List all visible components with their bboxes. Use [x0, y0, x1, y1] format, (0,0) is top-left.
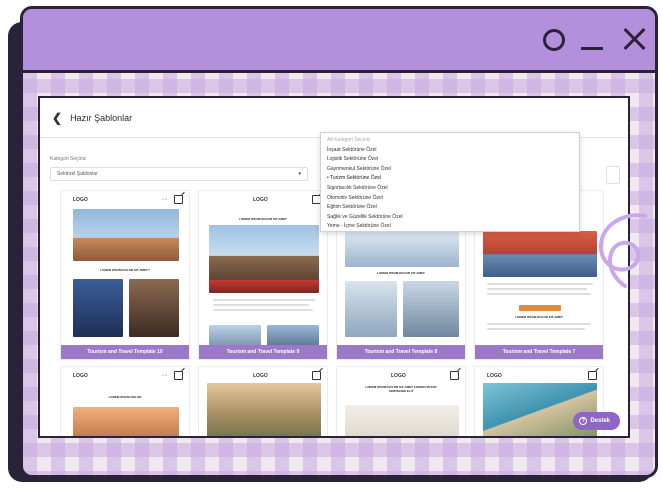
app-screenshot: ❮ Hazır Şablonlar Kategori Seçiniz Sektö… [38, 96, 630, 438]
card-logo: LOGO [73, 197, 88, 203]
ski-image [345, 231, 459, 267]
card-title: Tourism and Travel Template 10 [61, 345, 189, 359]
card-heading: LOREM IPSUM DOLOR SIT AMET [239, 217, 287, 221]
interior-image [345, 405, 459, 436]
text-line [487, 323, 591, 325]
dropdown-option[interactable]: Otomotiv Sektörüne Özel [321, 194, 579, 204]
thumb-image [209, 325, 261, 347]
dropdown-option[interactable]: Sigortacılık Sektörüne Özel [321, 184, 579, 194]
card-heading: LOREM IPSUM DOLOR SIT AMET [377, 271, 425, 275]
template-card[interactable]: LOGO LOREM IPSUM DOLOR SIT AMET CONSECTE… [336, 366, 466, 436]
hotel-image [73, 279, 123, 337]
edit-icon[interactable] [174, 371, 183, 380]
edit-icon[interactable] [450, 371, 459, 380]
card-title: Tourism and Travel Template 8 [337, 345, 465, 359]
support-button[interactable]: ? Destek [573, 412, 620, 430]
card-logo: LOGO [73, 373, 88, 379]
cta-button [519, 305, 561, 311]
category-select[interactable]: Sektörel Şablonlar ▾ [50, 167, 308, 181]
support-label: Destek [590, 418, 610, 424]
card-logo: LOGO [391, 373, 406, 379]
subcategory-dropdown[interactable]: Alt Kategori Seçiniz İnşaat Sektörüne Öz… [320, 132, 580, 232]
text-line [487, 283, 593, 285]
category-select-value: Sektörel Şablonlar [57, 171, 98, 177]
city-image [73, 209, 179, 261]
sunset-image [73, 407, 179, 436]
window-titlebar [23, 9, 655, 73]
dropdown-option[interactable]: Sağlık ve Güzellik Sektörüne Özel [321, 213, 579, 223]
decorative-swirl [598, 213, 647, 288]
text-line [487, 288, 587, 290]
card-heading: LOREM IPSUM DOLOR [108, 395, 142, 399]
text-line [213, 299, 315, 301]
card-heading: LOREM IPSUM DOLOR SIT AMET? [100, 268, 150, 272]
filter-label: Kategori Seçiniz [50, 156, 87, 162]
minimize-icon[interactable] [581, 47, 603, 50]
mountain-image [403, 281, 459, 337]
text-line [487, 293, 591, 295]
card-logo: LOGO [253, 197, 268, 203]
dropdown-option[interactable]: Gayrimenkul Sektörüne Özel [321, 165, 579, 175]
dropdown-option-selected[interactable]: • Turizm Sektörüne Özel [321, 174, 579, 184]
card-nav: ▪▪ ▪▪ [161, 373, 167, 377]
mountain-image [345, 281, 397, 337]
thumb-image [267, 325, 319, 347]
street-image [483, 231, 597, 277]
template-card[interactable]: LOGO [198, 366, 328, 436]
edit-icon[interactable] [588, 371, 597, 380]
text-line [487, 328, 585, 330]
circle-icon[interactable] [543, 29, 565, 51]
dropdown-option[interactable]: Alt Kategori Seçiniz [321, 136, 579, 146]
dropdown-option[interactable]: Eğitim Sektörüne Özel [321, 203, 579, 213]
edit-icon[interactable] [312, 371, 321, 380]
side-input[interactable] [606, 166, 620, 184]
edit-icon[interactable] [174, 195, 183, 204]
card-nav: ▪▪ ▪▪ [161, 197, 167, 201]
close-icon[interactable] [621, 25, 649, 53]
help-icon: ? [579, 417, 588, 425]
template-card[interactable]: LOGO ▪▪ ▪▪ LOREM IPSUM DOLOR [60, 366, 190, 436]
dropdown-option-label: Turizm Sektörüne Özel [330, 175, 382, 182]
card-heading: LOREM IPSUM DOLOR SIT AMET [515, 315, 563, 319]
category-filter: Kategori Seçiniz Sektörel Şablonlar ▾ [50, 156, 308, 181]
chevron-left-icon[interactable]: ❮ [52, 111, 62, 125]
caret-down-icon: ▾ [298, 171, 301, 177]
london-image [209, 225, 319, 293]
dropdown-option[interactable]: İnşaat Sektörüne Özel [321, 146, 579, 156]
text-line [213, 309, 313, 311]
dropdown-option[interactable]: Yeme - İçme Sektörüne Özel [321, 222, 579, 232]
card-heading: LOREM IPSUM DOLOR SIT AMET CONSECTETUR A… [365, 385, 437, 393]
traveler-image [207, 383, 321, 436]
card-title: Tourism and Travel Template 7 [475, 345, 603, 359]
template-card[interactable]: LOGO ▪▪ ▪▪ LOREM IPSUM DOLOR SIT AMET? T… [60, 190, 190, 360]
dinner-image [129, 279, 179, 337]
card-logo: LOGO [253, 373, 268, 379]
dropdown-option[interactable]: Lojistik Sektörüne Özel [321, 155, 579, 165]
card-logo: LOGO [487, 373, 502, 379]
template-card[interactable]: LOGO LOREM IPSUM DOLOR SIT AMET Tourism … [198, 190, 328, 360]
page-title: Hazır Şablonlar [70, 112, 133, 123]
card-title: Tourism and Travel Template 9 [199, 345, 327, 359]
text-line [213, 304, 309, 306]
